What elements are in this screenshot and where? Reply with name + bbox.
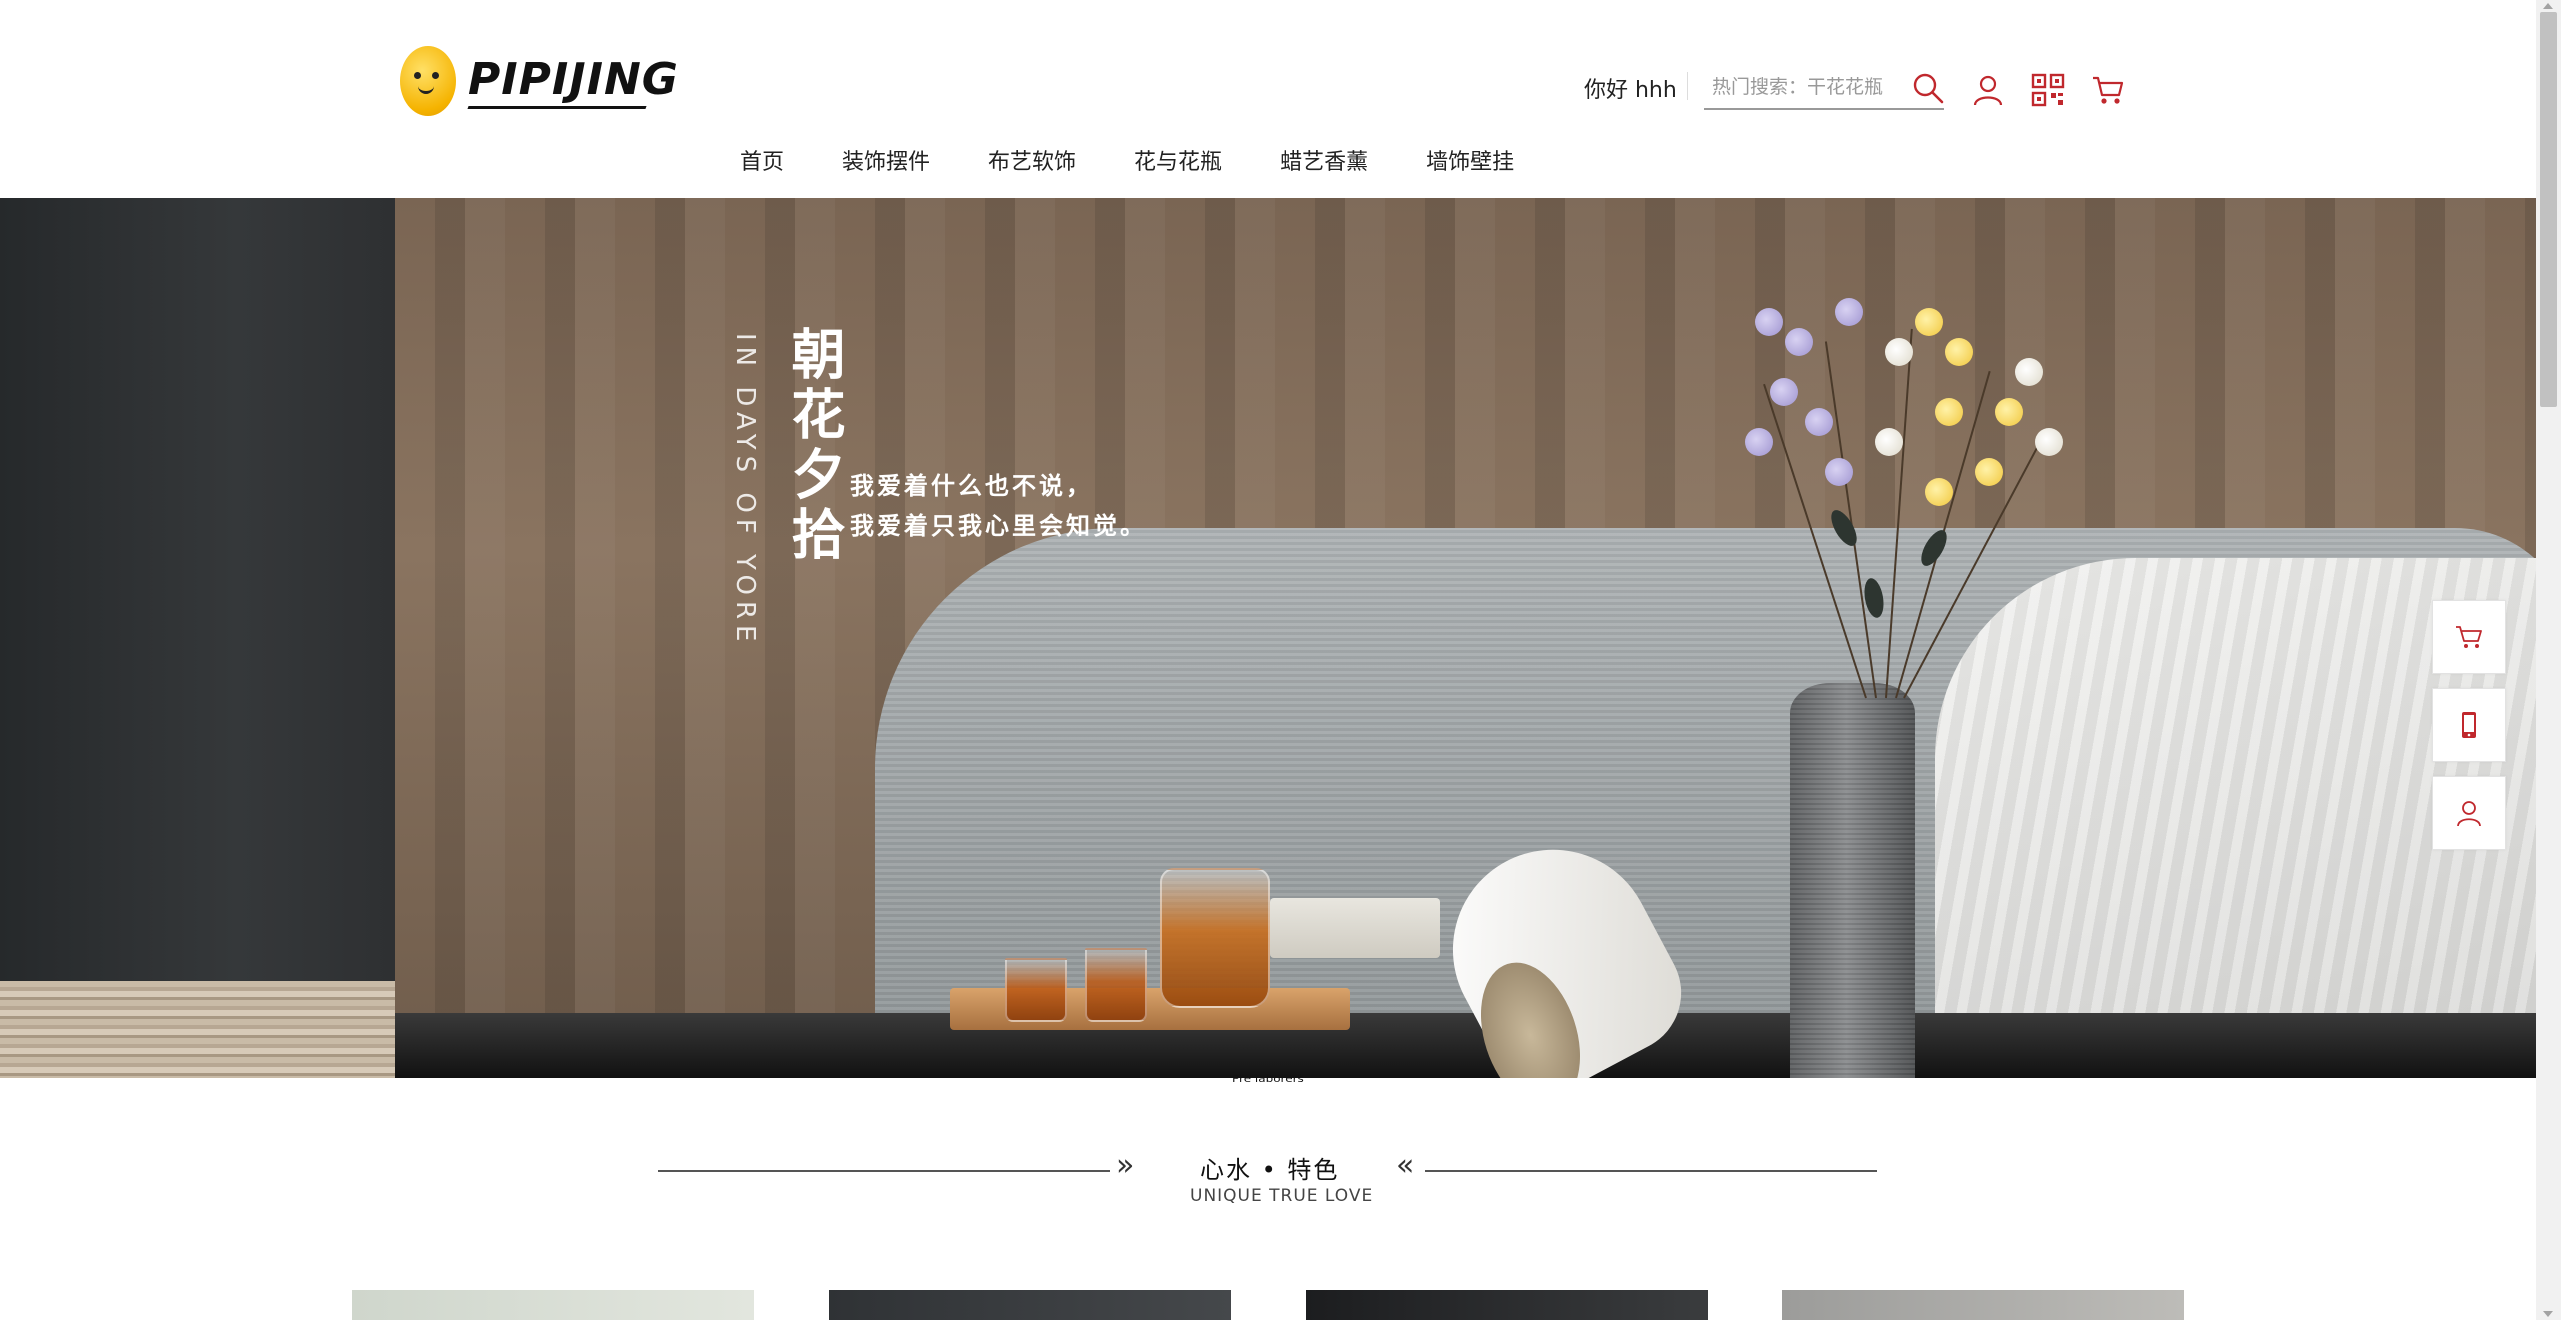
banner-side-wood: [0, 981, 395, 1078]
banner-poem-line-2: 我爱着只我心里会知觉。: [850, 511, 1147, 540]
search-input[interactable]: [1712, 72, 1902, 102]
banner-tea-pitcher: [1160, 868, 1270, 1008]
featured-section-header: » 心水 • 特色 UNIQUE TRUE LOVE «: [0, 1140, 2536, 1220]
search-button[interactable]: [1908, 68, 1948, 108]
nav-item-wall-decor[interactable]: 墙饰壁挂: [1426, 144, 1514, 176]
float-mobile-button[interactable]: [2432, 688, 2506, 762]
logo-underline: [467, 106, 647, 109]
float-cart-button[interactable]: [2432, 600, 2506, 674]
product-grid: [352, 1290, 2184, 1320]
product-card[interactable]: [352, 1290, 754, 1320]
page-scrollbar[interactable]: [2536, 0, 2561, 1320]
main-nav: 首页 装饰摆件 布艺软饰 花与花瓶 蜡艺香薰 墙饰壁挂: [740, 144, 1514, 176]
float-user-button[interactable]: [2432, 776, 2506, 850]
cart-button[interactable]: [2088, 70, 2128, 110]
banner-vase: [1790, 683, 1915, 1078]
search-icon: [1913, 73, 1944, 104]
product-card[interactable]: [1782, 1290, 2184, 1320]
section-chevron-right: «: [1396, 1148, 1415, 1183]
banner-table: [395, 1013, 2536, 1078]
nav-item-candles[interactable]: 蜡艺香薰: [1280, 144, 1368, 176]
site-header: PIPIJING 你好 hhh 热门搜索：干花花瓶 首页 装饰摆件 布艺软饰 花…: [0, 0, 2536, 198]
floating-toolbar: [2432, 600, 2506, 864]
section-chevron-left: »: [1116, 1148, 1135, 1183]
banner-poem-line-1: 我爱着什么也不说，: [850, 471, 1093, 500]
banner-books: [1270, 898, 1440, 958]
header-divider: [1687, 72, 1688, 100]
hero-banner[interactable]: IN DAYS OF YORE 朝花夕拾 我爱着什么也不说， 我爱着只我心里会知…: [0, 198, 2536, 1078]
logo-text: PIPIJING: [468, 54, 679, 105]
section-title-en: UNIQUE TRUE LOVE: [1190, 1186, 1374, 1206]
mobile-icon: [2462, 712, 2476, 738]
section-divider-right: [1425, 1170, 1877, 1172]
section-divider-left: [658, 1170, 1110, 1172]
banner-side-wall: [0, 198, 395, 981]
nav-item-fabric[interactable]: 布艺软饰: [988, 144, 1076, 176]
product-card[interactable]: [829, 1290, 1231, 1320]
banner-title-cn: 朝花夕拾: [782, 326, 846, 566]
banner-tea-cup: [1085, 948, 1147, 1022]
qrcode-icon: [2031, 73, 2065, 107]
cart-icon: [2456, 626, 2482, 648]
banner-image: [395, 198, 2536, 1078]
product-card[interactable]: [1306, 1290, 1708, 1320]
site-logo[interactable]: PIPIJING: [400, 44, 678, 120]
banner-flowers: [1635, 278, 2095, 699]
scroll-up-arrow-icon[interactable]: [2543, 3, 2553, 9]
section-title-cn: 心水 • 特色: [1200, 1156, 1340, 1184]
nav-item-decor[interactable]: 装饰摆件: [842, 144, 930, 176]
user-icon: [2457, 801, 2481, 827]
logo-face-icon: [400, 46, 456, 116]
scrollbar-thumb[interactable]: [2540, 12, 2557, 407]
banner-caption: Pre laborers: [1232, 1073, 1304, 1085]
banner-title-en: IN DAYS OF YORE: [730, 333, 760, 648]
qrcode-button[interactable]: [2028, 70, 2068, 110]
scroll-down-arrow-icon[interactable]: [2543, 1311, 2553, 1317]
banner-tea-cup: [1005, 958, 1067, 1022]
user-icon: [1973, 75, 2003, 106]
nav-item-flowers-vases[interactable]: 花与花瓶: [1134, 144, 1222, 176]
user-greeting[interactable]: 你好 hhh: [1584, 72, 1677, 104]
cart-icon: [2093, 76, 2124, 104]
nav-item-home[interactable]: 首页: [740, 144, 784, 176]
account-button[interactable]: [1968, 70, 2008, 110]
